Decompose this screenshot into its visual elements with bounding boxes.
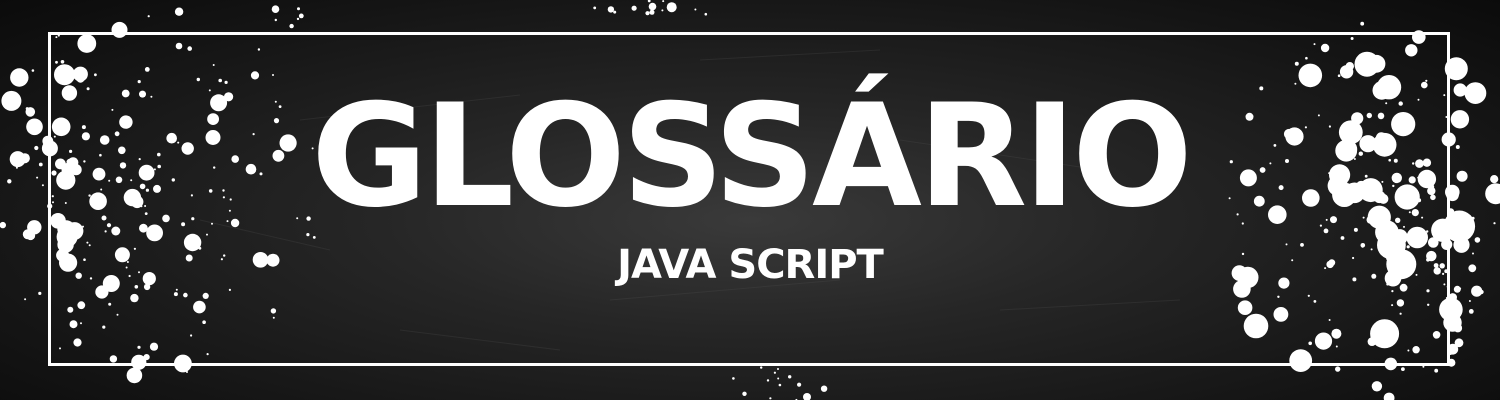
splatter-dot xyxy=(1468,309,1474,314)
splatter-dot xyxy=(820,385,828,392)
banner-title: GLOSSÁRIO xyxy=(311,74,1193,239)
splatter-dot xyxy=(1371,381,1383,392)
splatter-dot xyxy=(777,368,779,370)
splatter-dot xyxy=(1454,338,1464,348)
splatter-dot xyxy=(1434,368,1439,373)
splatter-dot xyxy=(662,0,665,3)
splatter-dot xyxy=(704,12,708,16)
splatter-dot xyxy=(797,382,802,387)
splatter-dot xyxy=(289,23,294,29)
splatter-dot xyxy=(22,229,33,240)
splatter-dot xyxy=(1468,300,1471,302)
splatter-dot xyxy=(1453,323,1463,333)
splatter-dot xyxy=(1460,67,1467,73)
splatter-dot xyxy=(186,371,188,373)
splatter-dot xyxy=(674,5,676,8)
splatter-dot xyxy=(297,7,300,11)
splatter-dot xyxy=(127,373,131,378)
splatter-dot xyxy=(648,2,657,11)
splatter-dot xyxy=(38,291,42,295)
splatter-dot xyxy=(147,15,150,18)
splatter-dot xyxy=(613,10,617,14)
splatter-dot xyxy=(174,7,184,16)
splatter-dot xyxy=(607,6,615,13)
splatter-dot xyxy=(1335,366,1341,372)
splatter-dot xyxy=(661,9,664,12)
splatter-dot xyxy=(1383,392,1395,400)
banner-subtitle: JAVA SCRIPT xyxy=(617,242,884,288)
splatter-dot xyxy=(803,393,811,400)
splatter-dot xyxy=(732,377,735,380)
splatter-dot xyxy=(647,0,651,3)
splatter-dot xyxy=(10,68,29,87)
splatter-dot xyxy=(649,9,655,15)
splatter-dot xyxy=(631,5,637,11)
splatter-dot xyxy=(777,377,780,380)
splatter-dot xyxy=(298,13,304,19)
splatter-dot xyxy=(773,371,777,374)
splatter-dot xyxy=(274,18,277,22)
banner: GLOSSÁRIO JAVA SCRIPT xyxy=(0,0,1500,400)
splatter-dot xyxy=(778,383,782,387)
splatter-dot xyxy=(271,5,280,13)
splatter-dot xyxy=(645,11,650,16)
splatter-dot xyxy=(1422,365,1425,368)
splatter-dot xyxy=(31,69,35,72)
splatter-dot xyxy=(296,17,300,21)
splatter-dot xyxy=(769,397,772,400)
splatter-dot xyxy=(766,379,770,382)
splatter-dot xyxy=(1360,21,1365,26)
splatter-dot xyxy=(742,391,747,396)
splatter-dot xyxy=(24,298,27,301)
splatter-dot xyxy=(694,8,697,11)
splatter-dot xyxy=(760,366,763,369)
splatter-dot xyxy=(1401,367,1405,371)
splatter-dot xyxy=(788,375,792,379)
splatter-dot xyxy=(593,6,597,10)
